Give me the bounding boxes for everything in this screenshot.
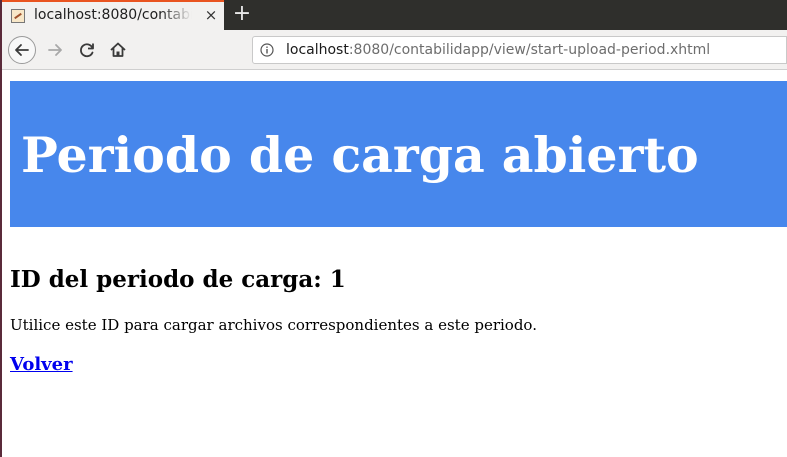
- tab-bar: localhost:8080/contabilidapp/view/start-…: [0, 0, 787, 30]
- back-button[interactable]: [8, 36, 36, 64]
- back-arrow-icon: [15, 44, 29, 56]
- new-tab-plus-icon[interactable]: +: [232, 3, 252, 25]
- address-bar[interactable]: localhost:8080/contabilidapp/view/start-…: [252, 36, 787, 64]
- url-path: :8080/contabilidapp/view/start-upload-pe…: [348, 42, 711, 58]
- page-title: Periodo de carga abierto: [21, 126, 699, 184]
- url-host: localhost: [286, 42, 349, 58]
- navigation-bar: localhost:8080/contabilidapp/view/start-…: [0, 30, 787, 70]
- favicon: [11, 9, 25, 23]
- forward-arrow-icon: [48, 44, 62, 56]
- header-banner: Periodo de carga abierto: [10, 81, 787, 227]
- info-icon[interactable]: [260, 43, 274, 57]
- period-id-heading: ID del periodo de carga: 1: [10, 266, 346, 293]
- forward-button[interactable]: [42, 36, 70, 64]
- back-link[interactable]: Volver: [10, 352, 73, 378]
- reload-button[interactable]: [73, 36, 101, 64]
- window-edge: [0, 0, 2, 457]
- active-tab[interactable]: localhost:8080/contabilidapp/view/start-…: [2, 0, 224, 30]
- period-description: Utilice este ID para cargar archivos cor…: [10, 316, 537, 334]
- home-button[interactable]: [104, 36, 132, 64]
- url-text[interactable]: localhost:8080/contabilidapp/view/start-…: [286, 42, 710, 58]
- tab-title: localhost:8080/contabilidapp/view/start-…: [34, 7, 192, 23]
- reload-icon: [80, 43, 94, 58]
- home-icon: [110, 42, 126, 57]
- close-tab-icon[interactable]: ×: [203, 7, 219, 23]
